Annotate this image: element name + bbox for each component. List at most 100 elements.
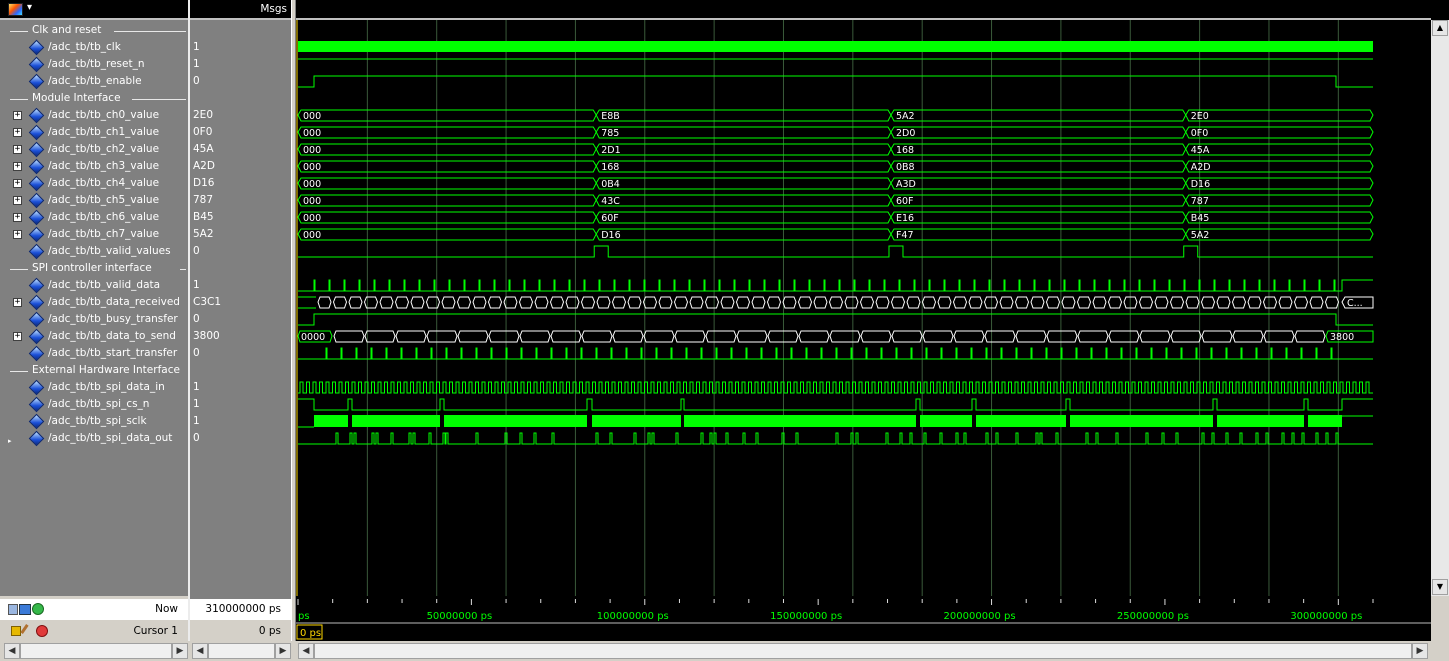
waveform-tb_ch4_value[interactable]: 000 0B4 A3D D16: [297, 177, 1374, 190]
expand-toggle[interactable]: +: [13, 298, 22, 307]
scroll-up-button[interactable]: ▲: [1432, 20, 1448, 36]
add-wave-icon[interactable]: [8, 604, 18, 615]
waveform-tb_start_transfer[interactable]: [298, 347, 1373, 360]
waveform-tb_spi_data_in[interactable]: [298, 381, 1373, 394]
signal-name: /adc_tb/tb_enable: [48, 75, 142, 87]
dropdown-arrow-icon[interactable]: ▾: [27, 2, 32, 13]
lock-icon[interactable]: [11, 626, 21, 636]
expand-toggle[interactable]: +: [13, 230, 22, 239]
waveform-canvas[interactable]: 000 E8B 5A2 2E0 000 785 2D0 0F0 000 2D1 168 45A 000 1…: [296, 0, 1431, 596]
expand-toggle[interactable]: +: [13, 162, 22, 171]
msgs-header: Msgs: [190, 0, 291, 20]
wave-scroll-right-button[interactable]: ▶: [1412, 643, 1428, 659]
signal-value: 0: [193, 75, 200, 87]
signal-row[interactable]: /adc_tb/tb_spi_cs_n: [0, 396, 188, 413]
signal-name: /adc_tb/tb_data_to_send: [48, 330, 176, 342]
wave-scroll-left-button[interactable]: ◀: [298, 643, 314, 659]
bus-segment: [1201, 330, 1233, 343]
signal-row[interactable]: + /adc_tb/tb_ch4_value: [0, 175, 188, 192]
waveform-tb_ch2_value[interactable]: 000 2D1 168 45A: [297, 143, 1374, 156]
bus-segment: [1092, 296, 1107, 309]
waveform-tb_ch7_value[interactable]: 000 D16 F47 5A2: [297, 228, 1374, 241]
waveform-tb_ch3_value[interactable]: 000 168 0B8 A2D: [297, 160, 1374, 173]
signal-row[interactable]: /adc_tb/tb_busy_transfer: [0, 311, 188, 328]
signal-row[interactable]: /adc_tb/tb_spi_data_out: [0, 430, 188, 447]
monitor-icon[interactable]: [19, 604, 31, 615]
bus-segment: [1107, 296, 1123, 309]
signal-row[interactable]: /adc_tb/tb_valid_values: [0, 243, 188, 260]
waveform-tb_ch5_value[interactable]: 000 43C 60F 787: [297, 194, 1374, 207]
expand-toggle[interactable]: +: [13, 213, 22, 222]
timeline-ruler[interactable]: ps 50000000 ps 100000000 ps 150000000 ps 200…: [296, 596, 1431, 641]
signal-row[interactable]: + /adc_tb/tb_ch2_value: [0, 141, 188, 158]
signal-row[interactable]: /adc_tb/tb_enable: [0, 73, 188, 90]
signal-row[interactable]: /adc_tb/tb_valid_data: [0, 277, 188, 294]
bus-value-label: A3D: [896, 179, 916, 190]
values-scroll-track[interactable]: [208, 643, 275, 659]
msgs-label: Msgs: [260, 3, 287, 15]
wave-fill: [592, 415, 681, 427]
timeline-canvas[interactable]: ps 50000000 ps 100000000 ps 150000000 ps 200…: [296, 596, 1431, 641]
values-scroll-right-button[interactable]: ▶: [275, 643, 291, 659]
signal-row[interactable]: + /adc_tb/tb_data_to_send: [0, 328, 188, 345]
signal-row[interactable]: + /adc_tb/tb_ch1_value: [0, 124, 188, 141]
waveform-tb_valid_data[interactable]: [298, 279, 1373, 292]
waveform-pane[interactable]: 000 E8B 5A2 2E0 000 785 2D0 0F0 000 2D1 168 45A 000 1…: [296, 0, 1431, 596]
signal-row[interactable]: + /adc_tb/tb_ch7_value: [0, 226, 188, 243]
waveform-tb_spi_sclk[interactable]: [298, 415, 1373, 428]
signal-values-pane[interactable]: Msgs 1 1 0 2E0 0F0 45A A2D D16 787 B45 5A2 0 1 C3C1 0 3…: [190, 0, 291, 641]
bus-segment: [720, 296, 735, 309]
signal-group-label[interactable]: Clk and reset: [32, 22, 101, 39]
bus-value-label: 000: [303, 230, 321, 241]
signal-value: D16: [193, 177, 215, 189]
expand-toggle[interactable]: +: [13, 128, 22, 137]
waveform-tb_spi_data_out[interactable]: [298, 432, 1373, 445]
waveform-tb_busy_transfer[interactable]: [298, 313, 1373, 326]
wave-fill: [1308, 415, 1342, 427]
signal-row[interactable]: /adc_tb/tb_start_transfer: [0, 345, 188, 362]
signal-row[interactable]: + /adc_tb/tb_data_received: [0, 294, 188, 311]
expand-toggle[interactable]: +: [13, 332, 22, 341]
signal-icon: [28, 56, 45, 73]
names-scroll-left-button[interactable]: ◀: [4, 643, 20, 659]
wave-tool-icon[interactable]: [8, 3, 23, 16]
pencil-icon[interactable]: [20, 624, 29, 634]
signal-row[interactable]: /adc_tb/tb_clk: [0, 39, 188, 56]
signal-group-label[interactable]: External Hardware Interface: [32, 362, 180, 379]
scroll-down-button[interactable]: ▼: [1432, 579, 1448, 595]
expand-toggle[interactable]: +: [13, 196, 22, 205]
signal-row[interactable]: + /adc_tb/tb_ch5_value: [0, 192, 188, 209]
waveform-tb_data_received[interactable]: C...: [298, 296, 1374, 309]
signal-row[interactable]: /adc_tb/tb_spi_sclk: [0, 413, 188, 430]
signal-group-label[interactable]: SPI controller interface: [32, 260, 152, 277]
expand-toggle[interactable]: +: [13, 179, 22, 188]
expand-toggle[interactable]: +: [13, 111, 22, 120]
signal-row[interactable]: + /adc_tb/tb_ch0_value: [0, 107, 188, 124]
vertical-scrollbar[interactable]: ▲ ▼: [1431, 20, 1449, 596]
waveform-tb_ch1_value[interactable]: 000 785 2D0 0F0: [297, 126, 1374, 139]
waveform-tb_spi_cs_n[interactable]: [298, 398, 1373, 411]
bus-segment: [627, 296, 642, 309]
waveform-tb_enable[interactable]: [298, 75, 1373, 88]
add-cursor-icon[interactable]: [32, 603, 44, 615]
signal-row[interactable]: /adc_tb/tb_reset_n: [0, 56, 188, 73]
waveform-tb_ch6_value[interactable]: 000 60F E16 B45: [297, 211, 1374, 224]
bus-segment: [581, 330, 613, 343]
values-scroll-left-button[interactable]: ◀: [192, 643, 208, 659]
signal-names-pane[interactable]: ▾ Clk and reset/adc_tb/tb_clk/adc_tb/tb_…: [0, 0, 188, 641]
wave-scroll-thumb[interactable]: [314, 643, 1412, 659]
signal-value: 1: [193, 381, 200, 393]
expand-toggle[interactable]: +: [13, 145, 22, 154]
names-scroll-track[interactable]: [20, 643, 172, 659]
signal-row[interactable]: /adc_tb/tb_spi_data_in: [0, 379, 188, 396]
signal-row[interactable]: + /adc_tb/tb_ch6_value: [0, 209, 188, 226]
signal-row[interactable]: + /adc_tb/tb_ch3_value: [0, 158, 188, 175]
waveform-tb_ch0_value[interactable]: 000 E8B 5A2 2E0: [297, 109, 1374, 122]
waveform-tb_clk[interactable]: [298, 41, 1373, 52]
waveform-tb_valid_values[interactable]: [298, 245, 1373, 258]
waveform-tb_data_to_send[interactable]: 0000 3800: [297, 330, 1374, 343]
bus-value-label: 000: [303, 213, 321, 224]
signal-group-label[interactable]: Module Interface: [32, 90, 121, 107]
delete-cursor-icon[interactable]: [36, 625, 48, 637]
names-scroll-right-button[interactable]: ▶: [172, 643, 188, 659]
